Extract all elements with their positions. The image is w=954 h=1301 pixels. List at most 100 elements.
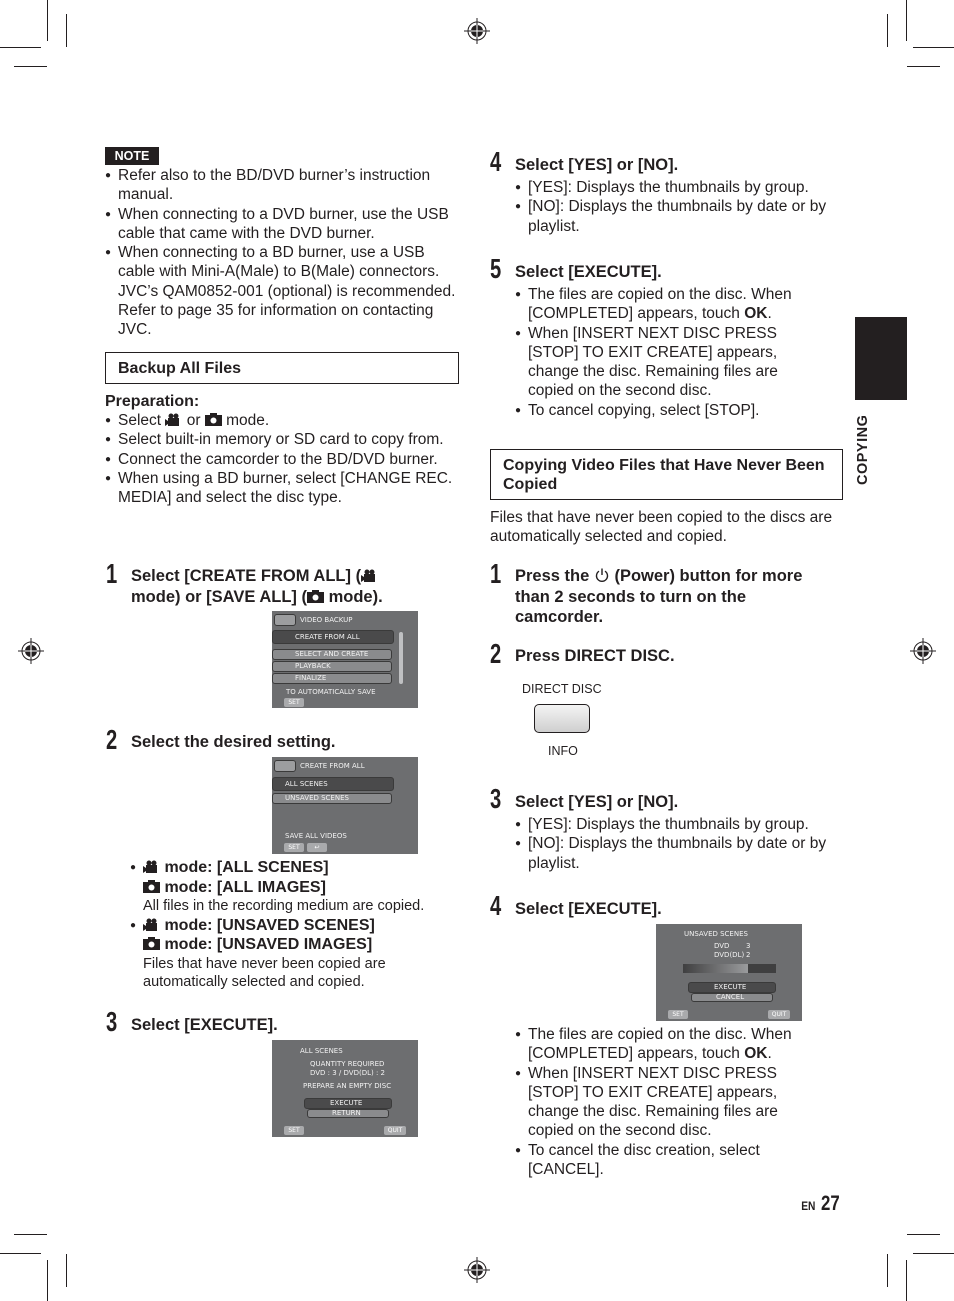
menu-item[interactable] bbox=[272, 661, 392, 672]
option-photo-mode: mode: [ALL IMAGES] bbox=[130, 878, 460, 898]
menu-item-label: SELECT AND CREATE bbox=[295, 650, 369, 658]
step-text: Select [EXECUTE]. bbox=[131, 1016, 278, 1034]
set-button[interactable]: SET bbox=[284, 843, 304, 852]
quit-button[interactable]: QUIT bbox=[384, 1126, 406, 1135]
crop-mark bbox=[913, 1253, 954, 1254]
section-intro: Files that have never been copied to the… bbox=[490, 509, 833, 546]
crop-mark bbox=[887, 1254, 888, 1287]
chapter-tab bbox=[855, 317, 907, 400]
section-title-backup: Backup All Files bbox=[105, 352, 459, 384]
cancel-label: CANCEL bbox=[716, 993, 745, 1001]
step-number: 1 bbox=[490, 558, 502, 589]
registration-mark-icon bbox=[464, 1257, 490, 1283]
set-button[interactable]: SET bbox=[284, 1126, 304, 1135]
video-camera-icon bbox=[165, 413, 180, 426]
crop-mark bbox=[47, 0, 48, 41]
page-num: 27 bbox=[821, 1192, 840, 1215]
screen-line: QUANTITY REQUIRED bbox=[310, 1060, 385, 1068]
quit-button[interactable]: QUIT bbox=[768, 1010, 790, 1019]
still-camera-icon bbox=[204, 413, 222, 426]
step-number: 3 bbox=[106, 1006, 118, 1037]
still-camera-icon bbox=[143, 879, 160, 893]
screen-header-tab bbox=[274, 614, 296, 626]
menu-item-label: ALL SCENES bbox=[285, 780, 328, 788]
screen-footer: SAVE ALL VIDEOS bbox=[285, 832, 347, 840]
step-text: Select [EXECUTE]. bbox=[515, 263, 662, 281]
crop-mark bbox=[66, 1254, 67, 1287]
crop-mark bbox=[907, 66, 940, 67]
option-video-mode: mode: [ALL SCENES] bbox=[130, 858, 460, 878]
note-badge: NOTE bbox=[105, 147, 159, 165]
progress-bar bbox=[683, 964, 776, 973]
direct-disc-button[interactable] bbox=[534, 704, 590, 733]
note-list: Refer also to the BD/DVD burner’s instru… bbox=[105, 166, 461, 340]
crop-mark bbox=[47, 1260, 48, 1301]
step-number: 4 bbox=[490, 890, 502, 921]
registration-mark-icon bbox=[464, 18, 490, 44]
scrollbar[interactable] bbox=[399, 632, 403, 684]
video-camera-icon bbox=[361, 569, 376, 582]
note-item: When connecting to a DVD burner, use the… bbox=[105, 205, 461, 244]
crop-mark bbox=[14, 1234, 47, 1235]
menu-item[interactable] bbox=[272, 673, 392, 684]
registration-mark-icon bbox=[910, 638, 936, 664]
step5-bullets: The files are copied on the disc. When [… bbox=[515, 285, 815, 420]
step-number: 2 bbox=[490, 638, 502, 669]
screen-header: VIDEO BACKUP bbox=[300, 616, 353, 624]
crop-mark bbox=[913, 47, 954, 48]
preparation-label: Preparation: bbox=[105, 393, 200, 410]
step-number: 1 bbox=[106, 558, 118, 589]
screen-title: ALL SCENES bbox=[300, 1047, 343, 1055]
bullet-item: When [INSERT NEXT DISC PRESS [STOP] TO E… bbox=[515, 1064, 815, 1141]
step-number: 3 bbox=[490, 783, 502, 814]
menu-item-label: CREATE FROM ALL bbox=[295, 633, 360, 641]
prep-item: Connect the camcorder to the BD/DVD burn… bbox=[105, 450, 457, 470]
crop-mark bbox=[0, 1253, 41, 1254]
step-number: 2 bbox=[106, 724, 118, 755]
step-text: Select [CREATE FROM ALL] (mode) or [SAVE… bbox=[131, 567, 383, 606]
step-text: Select [YES] or [NO]. bbox=[515, 156, 679, 174]
language-code: EN bbox=[801, 1199, 816, 1213]
dvd-value: 3 bbox=[746, 942, 751, 950]
set-button[interactable]: SET bbox=[284, 698, 304, 707]
prep-item: When using a BD burner, select [CHANGE R… bbox=[105, 469, 457, 508]
step-number: 5 bbox=[490, 253, 502, 284]
crop-mark bbox=[907, 1234, 940, 1235]
step-text: Select the desired setting. bbox=[131, 733, 336, 751]
power-icon bbox=[595, 568, 609, 582]
step-number: 4 bbox=[490, 146, 502, 177]
dvd-label: DVD bbox=[714, 942, 730, 950]
crop-mark bbox=[14, 66, 47, 67]
execute-label: EXECUTE bbox=[714, 983, 747, 991]
chapter-label: COPYING bbox=[855, 414, 871, 485]
dvddl-label: DVD(DL) bbox=[714, 951, 745, 959]
preparation-list: Select or mode. Select built-in memory o… bbox=[105, 411, 457, 507]
direct-disc-label: DIRECT DISC bbox=[522, 682, 602, 696]
menu-item-label: FINALIZE bbox=[295, 674, 327, 682]
setting-options: mode: [ALL SCENES] mode: [ALL IMAGES] Al… bbox=[130, 858, 460, 992]
step4-bullets: The files are copied on the disc. When [… bbox=[515, 1025, 815, 1179]
bullet-item: [NO]: Displays the thumbnails by date or… bbox=[515, 834, 845, 873]
note-item: Refer also to the BD/DVD burner’s instru… bbox=[105, 166, 461, 205]
bullet-item: The files are copied on the disc. When [… bbox=[515, 285, 815, 324]
step-text: Select [YES] or [NO]. bbox=[515, 793, 679, 811]
bullet-item: [YES]: Displays the thumbnails by group. bbox=[515, 178, 845, 198]
back-button[interactable]: ↩ bbox=[307, 843, 327, 852]
prep-item: Select or mode. bbox=[105, 411, 457, 431]
screen-line: PREPARE AN EMPTY DISC bbox=[303, 1082, 392, 1090]
step3-bullets: [YES]: Displays the thumbnails by group.… bbox=[515, 815, 845, 873]
progress-fill bbox=[683, 964, 749, 973]
bullet-item: To cancel copying, select [STOP]. bbox=[515, 401, 815, 421]
crop-mark bbox=[906, 0, 907, 41]
menu-item-label: PLAYBACK bbox=[295, 662, 331, 670]
registration-mark-icon bbox=[18, 638, 44, 664]
still-camera-icon bbox=[307, 589, 324, 603]
set-button[interactable]: SET bbox=[668, 1010, 688, 1019]
still-camera-icon bbox=[143, 937, 160, 950]
crop-mark bbox=[0, 47, 41, 48]
video-camera-icon bbox=[143, 918, 157, 931]
note-item: When connecting to a BD burner, use a US… bbox=[105, 243, 461, 339]
step4-bullets: [YES]: Displays the thumbnails by group.… bbox=[515, 178, 845, 236]
crop-mark bbox=[887, 14, 888, 47]
dvddl-value: 2 bbox=[746, 951, 751, 959]
